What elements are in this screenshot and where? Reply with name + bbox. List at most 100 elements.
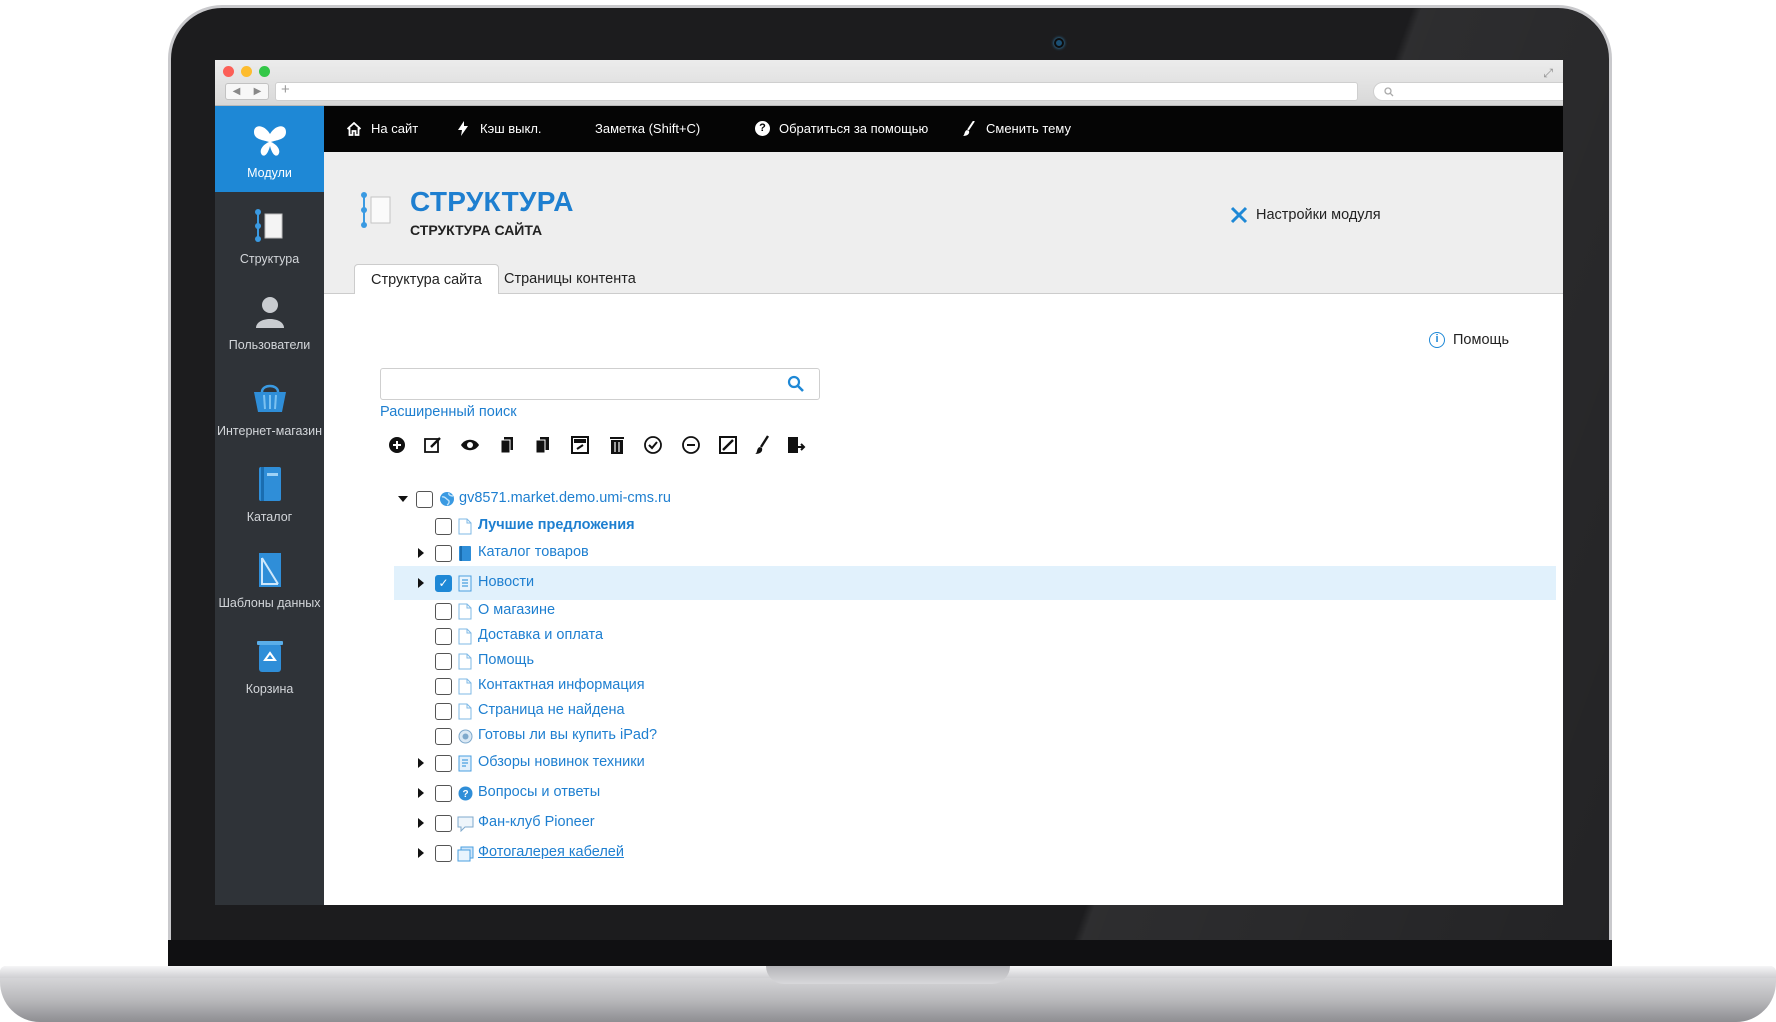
forum-icon <box>457 816 474 832</box>
question-icon: ? <box>755 121 770 136</box>
expand-toggle-icon[interactable] <box>418 818 424 828</box>
tree-node-label[interactable]: Помощь <box>478 652 534 668</box>
page-icon <box>458 628 472 645</box>
sidebar-item-catalog[interactable]: Каталог <box>215 450 324 536</box>
collapse-toggle-icon[interactable] <box>398 496 408 502</box>
tree-checkbox[interactable] <box>435 518 452 535</box>
delete-icon[interactable] <box>606 434 628 456</box>
copy-virtual-icon[interactable] <box>532 434 554 456</box>
module-settings-button[interactable]: Настройки модуля <box>1230 206 1381 224</box>
tree-checkbox[interactable] <box>435 653 452 670</box>
tree-checkbox[interactable] <box>435 785 452 802</box>
tree-row[interactable]: ? Вопросы и ответы <box>394 776 1556 810</box>
edit-style-icon[interactable] <box>752 434 774 456</box>
new-tab-button[interactable]: + <box>281 81 290 98</box>
help-link[interactable]: i Помощь <box>1429 332 1509 348</box>
tab-site-structure[interactable]: Структура сайта <box>354 264 499 295</box>
back-icon[interactable]: ◀ <box>233 86 241 97</box>
expand-toggle-icon[interactable] <box>418 758 424 768</box>
home-icon <box>346 121 362 136</box>
tree-checkbox[interactable] <box>435 845 452 862</box>
tree-row[interactable]: Фотогалерея кабелей <box>394 836 1556 870</box>
tree-node-label[interactable]: Доставка и оплата <box>478 627 603 643</box>
expand-toggle-icon[interactable] <box>418 548 424 558</box>
window-zoom-button[interactable] <box>259 66 270 77</box>
tree-node-label[interactable]: Лучшие предложения <box>478 517 635 533</box>
tree-checkbox[interactable] <box>435 755 452 772</box>
search-icon[interactable] <box>787 375 805 393</box>
tree-checkbox[interactable] <box>416 491 433 508</box>
sidebar-item-label: Модули <box>247 166 292 180</box>
sidebar-item-structure[interactable]: Структура <box>215 192 324 278</box>
tree-checkbox[interactable] <box>435 728 452 745</box>
tree-node-label[interactable]: Фан-клуб Pioneer <box>478 814 595 830</box>
sidebar-item-modules[interactable]: Модули <box>215 106 324 192</box>
move-icon[interactable] <box>569 434 591 456</box>
tree-search-input[interactable] <box>389 369 779 399</box>
sidebar-item-data-templates[interactable]: Шаблоны данных <box>215 536 324 622</box>
catalog-book-icon <box>258 467 281 501</box>
tree-checkbox[interactable] <box>435 815 452 832</box>
tree-checkbox[interactable] <box>435 603 452 620</box>
deactivate-icon[interactable] <box>680 434 702 456</box>
tree-node-label[interactable]: Вопросы и ответы <box>478 784 600 800</box>
tab-content-pages[interactable]: Страницы контента <box>488 264 652 295</box>
sidebar-item-users[interactable]: Пользователи <box>215 278 324 364</box>
change-theme-button[interactable]: Сменить тему <box>961 121 1071 136</box>
tree-node-label[interactable]: Фотогалерея кабелей <box>478 844 624 860</box>
tree-node-label[interactable]: Готовы ли вы купить iPad? <box>478 727 657 743</box>
tree-checkbox[interactable] <box>435 628 452 645</box>
window-minimize-button[interactable] <box>241 66 252 77</box>
lightning-icon <box>458 121 468 136</box>
tree-node-label[interactable]: gv8571.market.demo.umi-cms.ru <box>459 490 671 506</box>
tree-checkbox[interactable] <box>435 545 452 562</box>
change-template-icon[interactable] <box>717 434 739 456</box>
page-icon <box>458 703 472 720</box>
structure-icon <box>254 209 282 242</box>
sidebar-item-label: Пользователи <box>228 338 311 352</box>
resize-icon[interactable]: ⤢ <box>1543 66 1553 81</box>
tree-row[interactable]: Обзоры новинок техники <box>394 746 1556 780</box>
view-icon[interactable] <box>459 434 481 456</box>
tree-node-label[interactable]: О магазине <box>478 602 555 618</box>
topbar-label: Сменить тему <box>986 121 1071 136</box>
tree-node-label[interactable]: Обзоры новинок техники <box>478 754 645 770</box>
export-icon[interactable] <box>784 434 806 456</box>
request-help-button[interactable]: ? Обратиться за помощью <box>755 121 928 136</box>
tree-checkbox-checked[interactable]: ✓ <box>435 575 452 592</box>
browser-nav-buttons: ◀ ▶ <box>225 83 269 100</box>
tree-row[interactable]: Фан-клуб Pioneer <box>394 806 1556 840</box>
topbar-label: Кэш выкл. <box>480 121 542 136</box>
goto-site-button[interactable]: На сайт <box>346 121 418 136</box>
add-icon[interactable] <box>386 434 408 456</box>
expand-toggle-icon[interactable] <box>418 578 424 588</box>
globe-icon <box>440 492 454 506</box>
sidebar-item-trash[interactable]: Корзина <box>215 622 324 708</box>
forward-icon[interactable]: ▶ <box>254 86 262 97</box>
activate-icon[interactable] <box>642 434 664 456</box>
expand-toggle-icon[interactable] <box>418 788 424 798</box>
webcam <box>1054 38 1064 48</box>
sidebar-item-label: Структура <box>239 252 300 266</box>
tree-node-label[interactable]: Каталог товаров <box>478 544 589 560</box>
tree-node-label[interactable]: Контактная информация <box>478 677 645 693</box>
brush-icon <box>963 121 975 136</box>
news-icon <box>458 575 472 592</box>
browser-search-field[interactable] <box>1373 82 1563 101</box>
tree-row[interactable]: Каталог товаров <box>394 536 1556 570</box>
copy-icon[interactable] <box>496 434 518 456</box>
user-icon <box>255 297 284 328</box>
tree-checkbox[interactable] <box>435 703 452 720</box>
cache-toggle-button[interactable]: Кэш выкл. <box>455 121 542 136</box>
sidebar-item-eshop[interactable]: Интернет-магазин <box>215 364 324 450</box>
note-button[interactable]: Заметка (Shift+C) <box>595 121 700 136</box>
window-close-button[interactable] <box>223 66 234 77</box>
tree-checkbox[interactable] <box>435 678 452 695</box>
expand-toggle-icon[interactable] <box>418 848 424 858</box>
edit-icon[interactable] <box>422 434 444 456</box>
advanced-search-link[interactable]: Расширенный поиск <box>380 404 517 420</box>
url-bar[interactable] <box>275 82 1358 101</box>
tree-node-label[interactable]: Новости <box>478 574 534 590</box>
tree-node-label[interactable]: Страница не найдена <box>478 702 625 718</box>
sidebar-item-label: Шаблоны данных <box>218 596 321 610</box>
